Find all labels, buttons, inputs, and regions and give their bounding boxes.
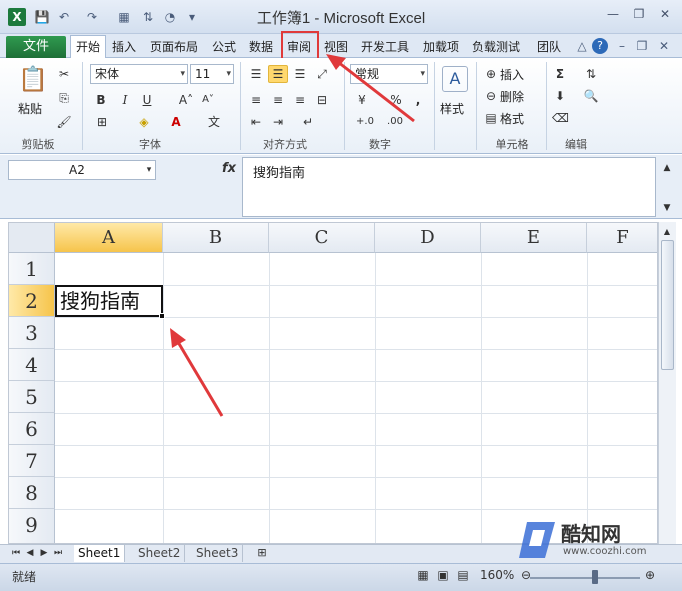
sheet-tab-3[interactable]: Sheet3 xyxy=(192,545,244,562)
status-ready: 就绪 xyxy=(12,570,37,584)
arrow-to-cell-a2 xyxy=(176,341,224,417)
last-sheet-icon[interactable]: ⏭ xyxy=(52,545,64,561)
insert-sheet-icon[interactable]: ⊞ xyxy=(254,545,270,561)
sheet-tab-2[interactable]: Sheet2 xyxy=(134,545,186,562)
page-break-view-icon[interactable]: ▤ xyxy=(456,567,470,583)
zoom-slider-thumb[interactable] xyxy=(592,570,598,584)
normal-view-icon[interactable]: ▦ xyxy=(416,567,430,583)
annotation-arrows xyxy=(170,54,415,417)
zoom-in-icon[interactable]: ⊕ xyxy=(644,567,656,583)
watermark: 酷知网 www.coozhi.com xyxy=(515,516,665,564)
arrow-head xyxy=(170,328,186,348)
zoom-out-icon[interactable]: ⊖ xyxy=(520,567,532,583)
next-sheet-icon[interactable]: ▶ xyxy=(38,545,50,561)
first-sheet-icon[interactable]: ⏮ xyxy=(10,545,22,561)
watermark-name: 酷知网 xyxy=(561,522,621,546)
prev-sheet-icon[interactable]: ◀ xyxy=(24,545,36,561)
page-layout-view-icon[interactable]: ▣ xyxy=(436,567,450,583)
arrow-to-review-tab xyxy=(337,60,415,123)
sheet-tab-1[interactable]: Sheet1 xyxy=(74,545,126,562)
watermark-url: www.coozhi.com xyxy=(563,546,647,557)
zoom-slider[interactable] xyxy=(530,577,640,579)
zoom-level[interactable]: 160% xyxy=(480,568,514,582)
